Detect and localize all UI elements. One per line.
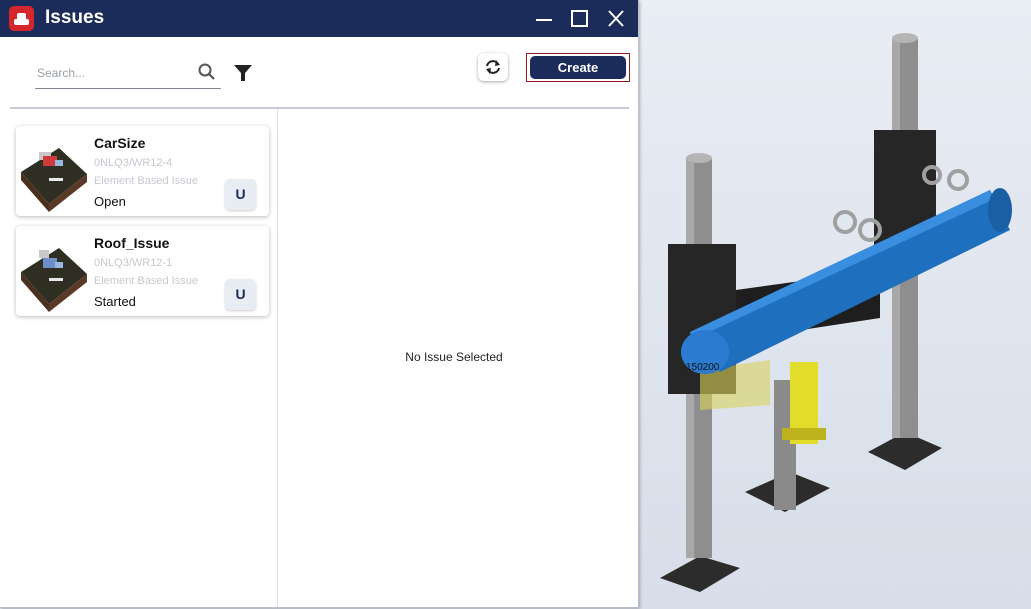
search-icon[interactable] [196,61,218,83]
issue-title: Roof_Issue [94,235,170,251]
title-bar[interactable]: Issues [0,0,638,37]
issue-status: Open [94,194,126,209]
assignee-avatar[interactable]: U [225,179,256,210]
search-input[interactable] [35,62,189,84]
window-title: Issues [45,7,105,28]
issues-window: Issues Create [0,0,639,608]
empty-detail-message: No Issue Selected [405,350,503,364]
maximize-button[interactable] [567,6,593,32]
refresh-icon [486,60,500,74]
issue-id: 0NLQ3/WR12-1 [94,257,173,269]
app-logo-icon [9,6,34,31]
dimension-label: 150200 [686,362,720,373]
issue-status: Started [94,294,136,309]
issue-thumbnail [21,148,87,212]
refresh-button[interactable] [478,53,508,81]
issue-type: Element Based Issue [94,175,198,187]
issue-card[interactable]: Roof_Issue 0NLQ3/WR12-1 Element Based Is… [16,226,269,316]
issue-type: Element Based Issue [94,275,198,287]
assignee-avatar[interactable]: U [225,279,256,310]
issue-thumbnail [21,248,87,312]
issue-card[interactable]: CarSize 0NLQ3/WR12-4 Element Based Issue… [16,126,269,216]
create-button-focus: Create [526,53,630,82]
filter-icon[interactable] [232,62,254,84]
minimize-button[interactable] [531,6,557,32]
create-button[interactable]: Create [530,56,626,79]
issue-id: 0NLQ3/WR12-4 [94,157,173,169]
search-box [35,58,221,89]
issue-title: CarSize [94,135,146,151]
close-button[interactable] [603,6,629,32]
toolbar-divider [10,107,629,109]
